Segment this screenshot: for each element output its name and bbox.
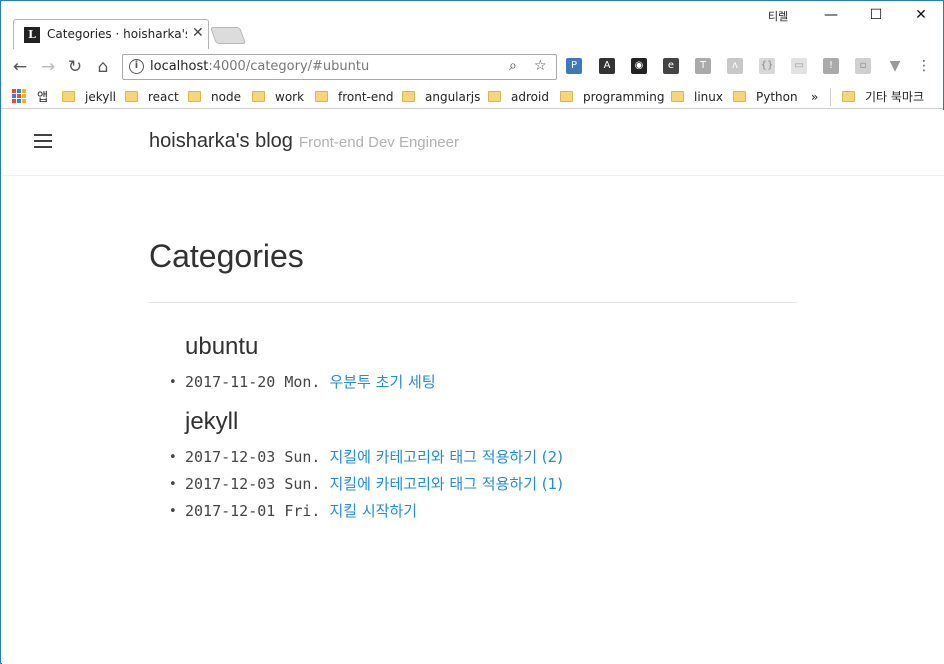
bookmarks-divider (830, 88, 831, 106)
new-tab-button[interactable] (209, 27, 247, 44)
bookmark-adroid[interactable]: adroid (488, 88, 549, 106)
post-link[interactable]: 지킬 시작하기 (330, 502, 418, 520)
page-title: Categories (149, 238, 304, 274)
python-extension-icon[interactable]: P (566, 58, 582, 74)
site-tagline: Front-end Dev Engineer (298, 134, 459, 151)
site-title[interactable]: hoisharka's blog Front-end Dev Engineer (149, 130, 459, 153)
post-list-ubuntu: 2017-11-20 Mon. 우분투 초기 세팅 (169, 369, 797, 396)
post-date: 2017-11-20 Mon. (185, 373, 321, 391)
back-arrow-icon[interactable]: ← (9, 56, 31, 78)
folder-icon (252, 91, 265, 102)
bookmark-work[interactable]: work (252, 88, 304, 106)
info-icon[interactable]: i (129, 59, 144, 74)
page-content: Categories ubuntu 2017-11-20 Mon. 우분투 초기… (149, 176, 797, 525)
folder-icon (125, 91, 138, 102)
folder-icon (560, 91, 573, 102)
list-item: 2017-12-03 Sun. 지킬에 카테고리와 태그 적용하기 (2) (169, 444, 797, 471)
minimize-icon[interactable]: — (816, 5, 846, 25)
bookmark-jekyll[interactable]: jekyll (62, 88, 116, 106)
bookmark-python[interactable]: Python (733, 88, 798, 106)
folder-icon (402, 91, 415, 102)
favicon-icon: L (24, 27, 40, 43)
folder-icon (671, 91, 684, 102)
bookmark-programming[interactable]: programming (560, 88, 664, 106)
close-tab-icon[interactable]: ✕ (192, 25, 204, 41)
text-extension-icon[interactable]: T (695, 58, 711, 74)
post-date: 2017-12-03 Sun. (185, 448, 321, 466)
bookmark-react[interactable]: react (125, 88, 179, 106)
folder-icon (733, 91, 746, 102)
hamburger-menu-icon[interactable] (34, 134, 52, 148)
maximize-icon[interactable]: ☐ (861, 5, 891, 25)
browser-window: L Categories · hoisharka's blog ✕ 티렐 — ☐… (0, 0, 944, 664)
folder-icon (188, 91, 201, 102)
bookmark-linux[interactable]: linux (671, 88, 723, 106)
page-viewport: hoisharka's blog Front-end Dev Engineer C… (2, 110, 944, 664)
site-header: hoisharka's blog Front-end Dev Engineer (2, 110, 944, 176)
browser-toolbar: ← → ↻ ⌂ i localhost:4000/category/#ubunt… (1, 49, 943, 85)
bookmark-node[interactable]: node (188, 88, 241, 106)
post-link[interactable]: 지킬에 카테고리와 태그 적용하기 (1) (330, 475, 564, 493)
bookmarks-overflow-button[interactable]: » (811, 88, 818, 106)
category-heading-jekyll: jekyll (185, 408, 239, 435)
site-title-text[interactable]: hoisharka's blog (149, 130, 293, 152)
fox-extension-icon[interactable]: ʌ (727, 58, 743, 74)
tab-strip: L Categories · hoisharka's blog ✕ 티렐 — ☐… (1, 1, 943, 49)
post-date: 2017-12-01 Fri. (185, 502, 321, 520)
close-window-icon[interactable]: ✕ (906, 5, 936, 25)
post-list-jekyll: 2017-12-03 Sun. 지킬에 카테고리와 태그 적용하기 (2) 20… (169, 444, 797, 525)
category-heading-ubuntu: ubuntu (185, 333, 259, 360)
url-path: :4000/category/#ubuntu (208, 59, 370, 74)
folder-icon (488, 91, 501, 102)
list-item: 2017-12-03 Sun. 지킬에 카테고리와 태그 적용하기 (1) (169, 471, 797, 498)
post-date: 2017-12-03 Sun. (185, 475, 321, 493)
menu-dots-icon[interactable]: ⋮ (916, 58, 932, 74)
folder-icon (62, 91, 75, 102)
list-item: 2017-11-20 Mon. 우분투 초기 세팅 (169, 369, 797, 396)
post-link[interactable]: 우분투 초기 세팅 (330, 373, 436, 391)
home-icon[interactable]: ⌂ (92, 56, 114, 78)
bookmark-other[interactable]: 기타 북마크 (842, 88, 924, 106)
translate-extension-icon[interactable]: A (599, 58, 615, 74)
folder-icon (842, 91, 855, 102)
address-bar[interactable]: i localhost:4000/category/#ubuntu ⌕ ☆ (122, 54, 557, 80)
bookmark-front-end[interactable]: front-end (315, 88, 393, 106)
json-extension-icon[interactable]: {} (759, 58, 775, 74)
forward-arrow-icon[interactable]: → (37, 56, 59, 78)
folder-icon (315, 91, 328, 102)
bookmark-star-icon[interactable]: ☆ (534, 58, 547, 74)
lightbulb-extension-icon[interactable]: ◉ (631, 58, 647, 74)
post-link[interactable]: 지킬에 카테고리와 태그 적용하기 (2) (330, 448, 564, 466)
reload-icon[interactable]: ↻ (64, 56, 86, 78)
wide-extension-icon[interactable]: ▭ (791, 58, 807, 74)
title-divider (149, 302, 797, 303)
apps-icon[interactable] (12, 89, 26, 103)
list-item: 2017-12-01 Fri. 지킬 시작하기 (169, 498, 797, 525)
url-host: localhost (150, 59, 209, 74)
bookmark-angularjs[interactable]: angularjs (402, 88, 480, 106)
zoom-icon[interactable]: ⌕ (509, 58, 517, 74)
bookmark-apps[interactable]: 앱 (37, 88, 48, 106)
evernote-extension-icon[interactable]: e (663, 58, 679, 74)
tab-categories[interactable]: L Categories · hoisharka's blog ✕ (13, 19, 209, 49)
tab-title: Categories · hoisharka's blog (47, 27, 187, 41)
profile-name[interactable]: 티렐 (768, 8, 788, 24)
url-text[interactable]: localhost:4000/category/#ubuntu (150, 59, 369, 74)
info-extension-icon[interactable]: ! (823, 58, 839, 74)
screen-extension-icon[interactable]: ▫ (855, 58, 871, 74)
vue-extension-icon[interactable]: ▼ (887, 58, 903, 74)
